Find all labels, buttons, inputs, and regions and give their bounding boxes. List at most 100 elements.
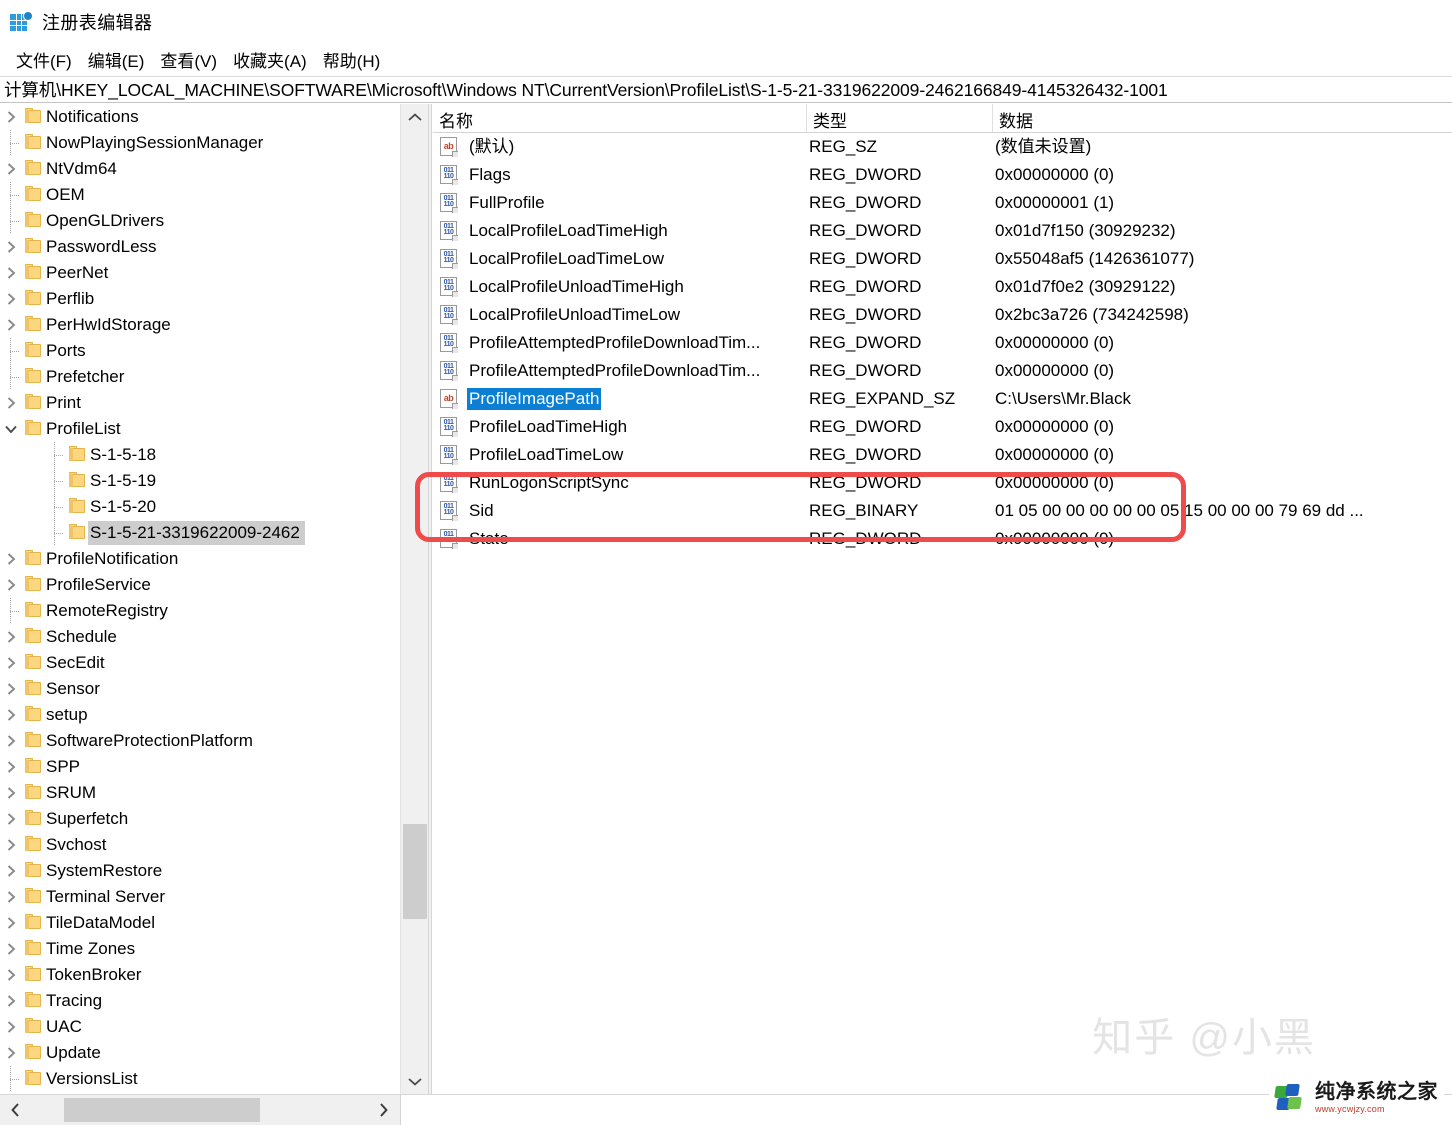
column-header-type[interactable]: 类型 bbox=[807, 104, 993, 132]
tree-item[interactable]: setup bbox=[0, 702, 400, 728]
value-row[interactable]: 011110RunLogonScriptSyncREG_DWORD0x00000… bbox=[433, 469, 1452, 497]
tree-item[interactable]: Superfetch bbox=[0, 806, 400, 832]
chevron-right-icon[interactable] bbox=[0, 1014, 22, 1040]
menu-file[interactable]: 文件(F) bbox=[8, 45, 80, 74]
chevron-right-icon[interactable] bbox=[0, 702, 22, 728]
chevron-right-icon[interactable] bbox=[0, 936, 22, 962]
scroll-left-icon[interactable] bbox=[0, 1095, 30, 1125]
column-header-name[interactable]: 名称 bbox=[433, 104, 807, 132]
tree-item[interactable]: SecEdit bbox=[0, 650, 400, 676]
tree-item[interactable]: PerHwIdStorage bbox=[0, 312, 400, 338]
chevron-right-icon[interactable] bbox=[0, 806, 22, 832]
chevron-right-icon[interactable] bbox=[0, 260, 22, 286]
tree-connector bbox=[44, 442, 66, 468]
tree-item[interactable]: PasswordLess bbox=[0, 234, 400, 260]
chevron-right-icon[interactable] bbox=[0, 650, 22, 676]
tree-item[interactable]: S-1-5-21-3319622009-2462 bbox=[0, 520, 400, 546]
value-row[interactable]: ab(默认)REG_SZ(数值未设置) bbox=[433, 133, 1452, 161]
tree-item[interactable]: Print bbox=[0, 390, 400, 416]
tree-item[interactable]: SPP bbox=[0, 754, 400, 780]
tree-item[interactable]: RemoteRegistry bbox=[0, 598, 400, 624]
hscroll-thumb[interactable] bbox=[64, 1098, 260, 1122]
chevron-right-icon[interactable] bbox=[0, 988, 22, 1014]
tree-item[interactable]: ProfileList bbox=[0, 416, 400, 442]
chevron-right-icon[interactable] bbox=[0, 104, 22, 130]
tree-item[interactable]: S-1-5-20 bbox=[0, 494, 400, 520]
tree-item[interactable]: Sensor bbox=[0, 676, 400, 702]
tree-item[interactable]: NtVdm64 bbox=[0, 156, 400, 182]
value-row[interactable]: 011110LocalProfileLoadTimeHighREG_DWORD0… bbox=[433, 217, 1452, 245]
value-row[interactable]: 011110ProfileLoadTimeHighREG_DWORD0x0000… bbox=[433, 413, 1452, 441]
value-row[interactable]: abProfileImagePathREG_EXPAND_SZC:\Users\… bbox=[433, 385, 1452, 413]
tree-item[interactable]: Ports bbox=[0, 338, 400, 364]
menu-view[interactable]: 查看(V) bbox=[152, 45, 225, 74]
chevron-right-icon[interactable] bbox=[0, 156, 22, 182]
tree-item[interactable]: Prefetcher bbox=[0, 364, 400, 390]
value-row[interactable]: 011110ProfileAttemptedProfileDownloadTim… bbox=[433, 329, 1452, 357]
tree-item[interactable]: OpenGLDrivers bbox=[0, 208, 400, 234]
menu-favorites[interactable]: 收藏夹(A) bbox=[225, 45, 315, 74]
chevron-right-icon[interactable] bbox=[0, 858, 22, 884]
value-row[interactable]: 011110ProfileLoadTimeLowREG_DWORD0x00000… bbox=[433, 441, 1452, 469]
chevron-right-icon[interactable] bbox=[0, 286, 22, 312]
tree-horizontal-scrollbar[interactable] bbox=[0, 1094, 1452, 1125]
tree-item[interactable]: Terminal Server bbox=[0, 884, 400, 910]
chevron-right-icon[interactable] bbox=[0, 962, 22, 988]
tree-item[interactable]: ProfileService bbox=[0, 572, 400, 598]
value-row[interactable]: 011110SidREG_BINARY01 05 00 00 00 00 00 … bbox=[433, 497, 1452, 525]
tree-item[interactable]: S-1-5-19 bbox=[0, 468, 400, 494]
tree-item[interactable]: NowPlayingSessionManager bbox=[0, 130, 400, 156]
tree-item[interactable]: ProfileNotification bbox=[0, 546, 400, 572]
value-row[interactable]: 011110LocalProfileUnloadTimeLowREG_DWORD… bbox=[433, 301, 1452, 329]
chevron-right-icon[interactable] bbox=[0, 676, 22, 702]
value-row[interactable]: 011110FlagsREG_DWORD0x00000000 (0) bbox=[433, 161, 1452, 189]
tree-item[interactable]: OEM bbox=[0, 182, 400, 208]
scroll-down-icon[interactable] bbox=[401, 1068, 428, 1094]
chevron-right-icon[interactable] bbox=[0, 546, 22, 572]
chevron-right-icon[interactable] bbox=[0, 754, 22, 780]
tree-item[interactable]: Svchost bbox=[0, 832, 400, 858]
address-bar[interactable]: 计算机\HKEY_LOCAL_MACHINE\SOFTWARE\Microsof… bbox=[0, 76, 1452, 103]
chevron-right-icon[interactable] bbox=[0, 728, 22, 754]
tree-item[interactable]: SoftwareProtectionPlatform bbox=[0, 728, 400, 754]
scroll-right-icon[interactable] bbox=[368, 1095, 398, 1125]
value-row[interactable]: 011110StateREG_DWORD0x00000000 (0) bbox=[433, 525, 1452, 553]
value-row[interactable]: 011110FullProfileREG_DWORD0x00000001 (1) bbox=[433, 189, 1452, 217]
chevron-right-icon[interactable] bbox=[0, 312, 22, 338]
tree-item[interactable]: SRUM bbox=[0, 780, 400, 806]
tree-item[interactable]: TokenBroker bbox=[0, 962, 400, 988]
value-row[interactable]: 011110ProfileAttemptedProfileDownloadTim… bbox=[433, 357, 1452, 385]
tree-item[interactable]: Time Zones bbox=[0, 936, 400, 962]
chevron-right-icon[interactable] bbox=[0, 832, 22, 858]
tree-item[interactable]: VersionsList bbox=[0, 1066, 400, 1092]
menu-help[interactable]: 帮助(H) bbox=[315, 45, 389, 74]
chevron-right-icon[interactable] bbox=[0, 624, 22, 650]
chevron-right-icon[interactable] bbox=[0, 884, 22, 910]
scroll-up-icon[interactable] bbox=[401, 104, 428, 130]
value-row[interactable]: 011110LocalProfileLoadTimeLowREG_DWORD0x… bbox=[433, 245, 1452, 273]
chevron-down-icon[interactable] bbox=[0, 416, 22, 442]
chevron-right-icon[interactable] bbox=[0, 910, 22, 936]
chevron-right-icon[interactable] bbox=[0, 1040, 22, 1066]
tree-scroll-thumb[interactable] bbox=[403, 824, 427, 919]
tree-item[interactable]: Update bbox=[0, 1040, 400, 1066]
chevron-right-icon[interactable] bbox=[0, 572, 22, 598]
chevron-right-icon[interactable] bbox=[0, 390, 22, 416]
column-header-data[interactable]: 数据 bbox=[993, 104, 1452, 132]
tree-item[interactable]: UAC bbox=[0, 1014, 400, 1040]
pane-splitter[interactable] bbox=[428, 104, 432, 1094]
tree-item[interactable]: TileDataModel bbox=[0, 910, 400, 936]
tree-item[interactable]: S-1-5-18 bbox=[0, 442, 400, 468]
chevron-right-icon[interactable] bbox=[0, 234, 22, 260]
menu-edit[interactable]: 编辑(E) bbox=[80, 45, 153, 74]
tree-item[interactable]: SystemRestore bbox=[0, 858, 400, 884]
tree-item[interactable]: Schedule bbox=[0, 624, 400, 650]
tree-item[interactable]: Notifications bbox=[0, 104, 400, 130]
tree-item[interactable]: Perflib bbox=[0, 286, 400, 312]
tree-item[interactable]: PeerNet bbox=[0, 260, 400, 286]
value-row[interactable]: 011110LocalProfileUnloadTimeHighREG_DWOR… bbox=[433, 273, 1452, 301]
value-name-cell: 011110FullProfile bbox=[433, 192, 807, 214]
tree-vertical-scrollbar[interactable] bbox=[400, 104, 428, 1094]
tree-item[interactable]: Tracing bbox=[0, 988, 400, 1014]
chevron-right-icon[interactable] bbox=[0, 780, 22, 806]
